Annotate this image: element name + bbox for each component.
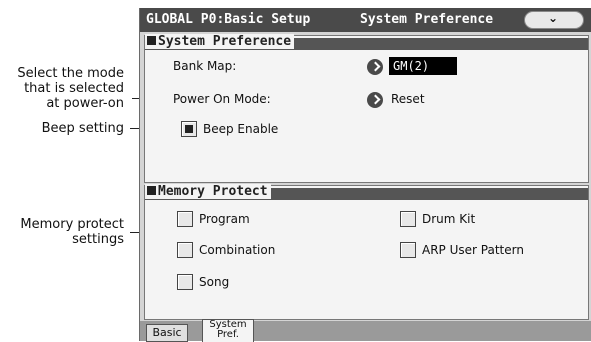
page-tab-bar: Basic System Pref. [140,319,591,342]
beep-enable-label: Beep Enable [203,122,279,136]
chevron-down-icon: ⌄ [548,11,559,25]
memory-protect-annotation: Memory protect settings [20,217,124,247]
song-checkbox[interactable] [177,274,193,290]
system-preference-title: System Preference [145,34,295,49]
beep-annotation: Beep setting [41,121,124,136]
program-label: Program [199,212,250,226]
drum-kit-checkbox[interactable] [400,211,416,227]
page-menu-button[interactable]: ⌄ [524,11,584,29]
power-on-mode-label: Power On Mode: [173,92,271,106]
drum-kit-label: Drum Kit [422,212,476,226]
power-on-mode-value[interactable]: Reset [391,92,425,106]
song-label: Song [199,275,230,289]
beep-enable-checkbox[interactable] [181,121,197,137]
bank-map-value[interactable]: GM(2) [389,57,457,75]
bank-map-label: Bank Map: [173,59,237,73]
memory-protect-panel: Memory Protect Program Drum Kit Combinat… [144,184,589,320]
system-preference-panel: System Preference Bank Map: GM(2) Power … [144,34,589,183]
title-bar: GLOBAL P0:Basic Setup System Preference … [140,8,591,32]
memory-protect-title: Memory Protect [145,184,271,199]
device-screen: GLOBAL P0:Basic Setup System Preference … [139,8,591,342]
page-subtitle: System Preference [360,12,494,27]
bank-map-popup-icon[interactable] [367,59,383,75]
page-title: GLOBAL P0:Basic Setup [146,12,311,27]
combination-checkbox[interactable] [177,242,193,258]
power-on-mode-popup-icon[interactable] [367,92,383,108]
arp-user-pattern-label: ARP User Pattern [422,243,524,257]
tab-basic[interactable]: Basic [146,324,188,342]
tab-system-pref[interactable]: System Pref. [202,319,254,342]
combination-label: Combination [199,243,276,257]
program-checkbox[interactable] [177,211,193,227]
arp-user-pattern-checkbox[interactable] [400,242,416,258]
power-on-mode-annotation: Select the mode that is selected at powe… [17,66,124,111]
